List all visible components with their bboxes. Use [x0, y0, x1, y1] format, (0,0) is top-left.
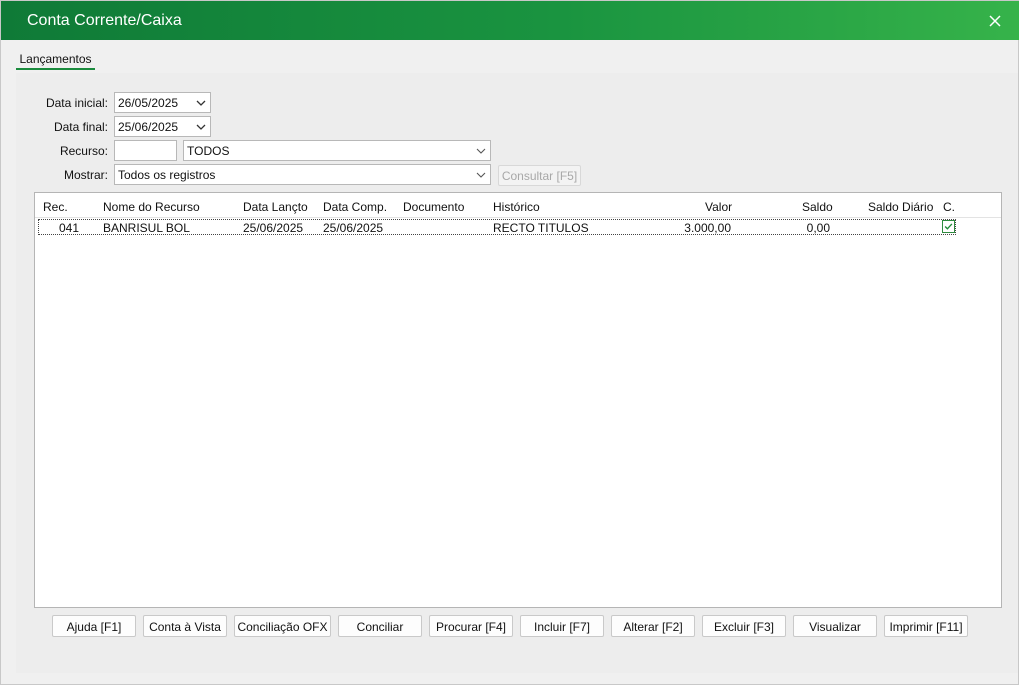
chevron-down-icon[interactable] — [196, 122, 206, 132]
ajuda-button[interactable]: Ajuda [F1] — [52, 615, 136, 637]
col-documento[interactable]: Documento — [403, 200, 464, 214]
lancamentos-grid[interactable]: Rec. Nome do Recurso Data Lançto Data Co… — [34, 192, 1002, 608]
grid-header: Rec. Nome do Recurso Data Lançto Data Co… — [35, 193, 1001, 218]
visualizar-button[interactable]: Visualizar — [793, 615, 877, 637]
main-window: Conta Corrente/Caixa Lançamentos Data in… — [0, 0, 1019, 685]
conciliacao-ofx-button[interactable]: Conciliação OFX — [234, 615, 331, 637]
conta-a-vista-button[interactable]: Conta à Vista — [143, 615, 227, 637]
close-icon[interactable] — [983, 9, 1007, 33]
tab-lancamentos[interactable]: Lançamentos — [16, 51, 95, 70]
col-data-lancto[interactable]: Data Lançto — [243, 200, 308, 214]
title-bar: Conta Corrente/Caixa — [1, 1, 1019, 40]
cell-valor: 3.000,00 — [684, 221, 731, 235]
col-nome-recurso[interactable]: Nome do Recurso — [103, 200, 200, 214]
conciliar-button[interactable]: Conciliar — [338, 615, 422, 637]
mostrar-value: Todos os registros — [118, 168, 216, 182]
mostrar-select[interactable]: Todos os registros — [114, 164, 491, 185]
cell-rec: 041 — [59, 221, 80, 235]
recurso-select[interactable]: TODOS — [183, 140, 491, 161]
recurso-label: Recurso: — [59, 144, 108, 158]
cell-saldo: 0,00 — [806, 221, 830, 235]
recurso-code-input[interactable] — [114, 140, 177, 161]
chevron-down-icon[interactable] — [476, 170, 486, 180]
table-row[interactable]: 041 BANRISUL BOL 25/06/2025 25/06/2025 R… — [38, 219, 956, 235]
consultar-button[interactable]: Consultar [F5] — [498, 165, 581, 186]
col-data-comp[interactable]: Data Comp. — [323, 200, 387, 214]
col-saldo[interactable]: Saldo — [802, 200, 833, 214]
imprimir-button[interactable]: Imprimir [F11] — [884, 615, 968, 637]
col-conciliado[interactable]: C. — [943, 200, 955, 214]
col-valor[interactable]: Valor — [705, 200, 732, 214]
window-title: Conta Corrente/Caixa — [27, 12, 182, 29]
procurar-button[interactable]: Procurar [F4] — [429, 615, 513, 637]
recurso-value: TODOS — [187, 144, 230, 158]
cell-historico: RECTO TITULOS — [493, 221, 589, 235]
data-final-picker[interactable]: 25/06/2025 — [114, 116, 211, 137]
excluir-button[interactable]: Excluir [F3] — [702, 615, 786, 637]
chevron-down-icon[interactable] — [196, 98, 206, 108]
data-inicial-value: 26/05/2025 — [118, 96, 179, 110]
incluir-button[interactable]: Incluir [F7] — [520, 615, 604, 637]
data-inicial-label: Data inicial: — [45, 96, 108, 110]
col-historico[interactable]: Histórico — [493, 200, 540, 214]
alterar-button[interactable]: Alterar [F2] — [611, 615, 695, 637]
cell-data-lancto: 25/06/2025 — [243, 221, 304, 235]
col-saldo-diario[interactable]: Saldo Diário — [868, 200, 933, 214]
checkbox-checked-icon[interactable] — [942, 220, 955, 233]
col-rec[interactable]: Rec. — [43, 200, 68, 214]
cell-data-comp: 25/06/2025 — [323, 221, 384, 235]
data-inicial-picker[interactable]: 26/05/2025 — [114, 92, 211, 113]
data-final-label: Data final: — [53, 120, 108, 134]
data-final-value: 25/06/2025 — [118, 120, 179, 134]
mostrar-label: Mostrar: — [63, 168, 108, 182]
chevron-down-icon[interactable] — [476, 146, 486, 156]
cell-nome: BANRISUL BOL — [103, 221, 190, 235]
